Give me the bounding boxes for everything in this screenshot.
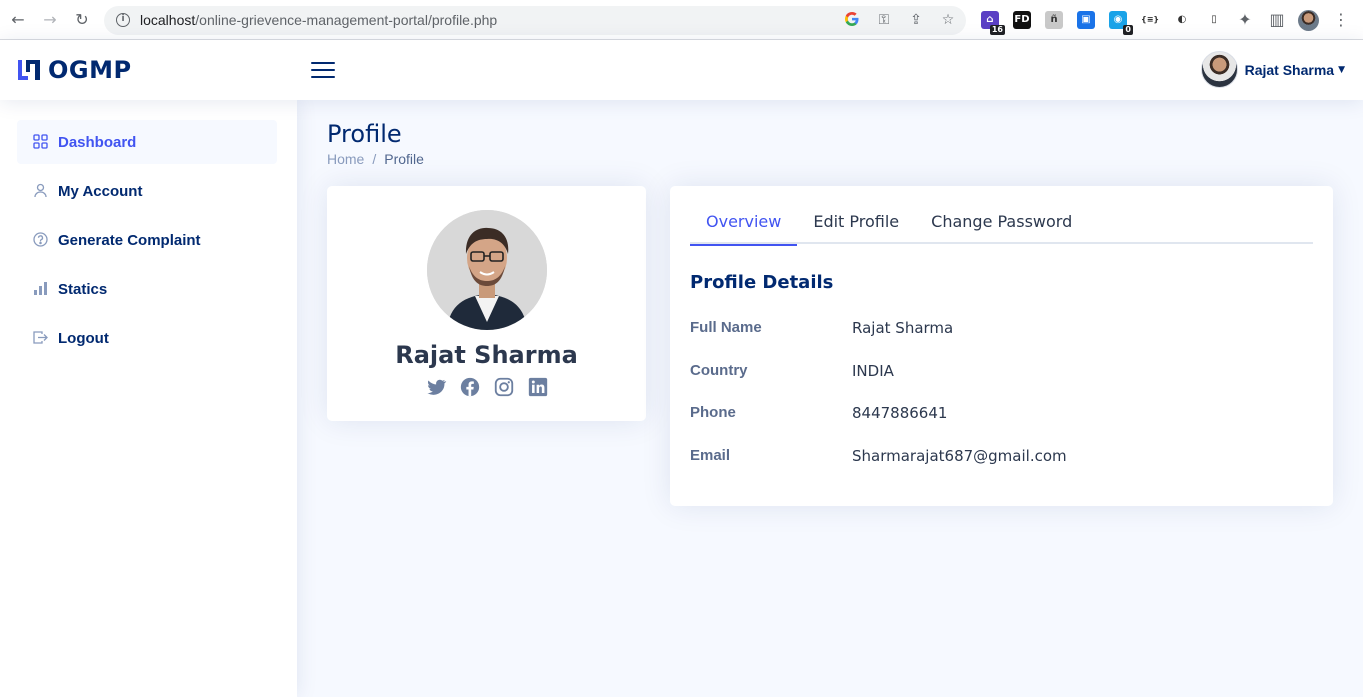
detail-value: INDIA xyxy=(852,362,894,380)
profile-photo xyxy=(427,210,547,330)
file-ext-icon[interactable]: ▯ xyxy=(1205,11,1223,29)
sidebar-item-generate-complaint[interactable]: Generate Complaint xyxy=(17,218,277,262)
share-icon[interactable]: ⇪ xyxy=(907,11,925,29)
profile-name: Rajat Sharma xyxy=(395,341,578,369)
linkedin-icon[interactable] xyxy=(527,376,549,398)
logo-icon xyxy=(18,60,40,80)
profile-tabs: Overview Edit Profile Change Password xyxy=(690,206,1313,246)
extension-badge: 0 xyxy=(1123,25,1133,35)
url-host: localhost xyxy=(140,12,196,28)
twitter-icon[interactable] xyxy=(425,376,447,398)
puzzle-extensions-icon[interactable]: ✦ xyxy=(1235,10,1255,30)
sidebar-item-logout[interactable]: Logout xyxy=(17,316,277,360)
app-header: OGMP Rajat Sharma ▼ xyxy=(0,40,1363,100)
reload-icon[interactable]: ↻ xyxy=(72,10,92,30)
tab-edit-profile[interactable]: Edit Profile xyxy=(797,206,915,244)
detail-row-email: Email Sharmarajat687@gmail.com xyxy=(690,447,1067,465)
key-icon[interactable]: ⚿ xyxy=(875,11,893,29)
person-icon xyxy=(32,183,48,199)
detail-label: Full Name xyxy=(690,319,762,336)
browser-toolbar: ← → ↻ i localhost/online-grievence-manag… xyxy=(0,0,1363,40)
url-path: /online-grievence-management-portal/prof… xyxy=(195,12,498,28)
breadcrumb-separator: / xyxy=(372,151,377,167)
section-title: Profile Details xyxy=(690,272,834,293)
logo-text: OGMP xyxy=(48,56,132,84)
tab-change-password[interactable]: Change Password xyxy=(915,206,1088,244)
social-links xyxy=(327,376,646,398)
user-name: Rajat Sharma xyxy=(1244,61,1335,78)
fd-ext-icon[interactable]: FD xyxy=(1013,11,1031,29)
graduation-ext-icon[interactable]: ⌂ 16 xyxy=(981,11,1005,35)
caret-down-icon: ▼ xyxy=(1338,64,1345,75)
detail-row-full-name: Full Name Rajat Sharma xyxy=(690,319,953,337)
sidebar-item-label: Logout xyxy=(58,329,109,347)
page-title: Profile xyxy=(327,120,402,148)
detail-value: 8447886641 xyxy=(852,404,948,422)
detail-value: Sharmarajat687@gmail.com xyxy=(852,447,1067,465)
sidebar-item-statics[interactable]: Statics xyxy=(17,267,277,311)
address-bar[interactable]: i localhost/online-grievence-management-… xyxy=(104,6,966,35)
side-panel-icon[interactable]: ▥ xyxy=(1267,10,1287,30)
counter-ext-icon[interactable]: ◉ 0 xyxy=(1109,11,1133,35)
sidebar-item-my-account[interactable]: My Account xyxy=(17,169,277,213)
sidebar: Dashboard My Account Generate Complaint … xyxy=(0,100,297,697)
breadcrumb-home[interactable]: Home xyxy=(327,151,364,167)
detail-label: Country xyxy=(690,362,748,379)
browser-profile-avatar[interactable] xyxy=(1298,10,1319,31)
question-circle-icon xyxy=(32,232,48,248)
user-dropdown[interactable]: Rajat Sharma ▼ xyxy=(1200,51,1345,88)
tab-overview[interactable]: Overview xyxy=(690,206,798,246)
detail-row-phone: Phone 8447886641 xyxy=(690,404,947,422)
sidebar-item-label: My Account xyxy=(58,182,143,200)
site-info-icon[interactable]: i xyxy=(116,13,130,27)
breadcrumb: Home / Profile xyxy=(327,151,424,167)
detail-label: Phone xyxy=(690,404,736,421)
json-ext-icon[interactable]: {≡} xyxy=(1141,11,1159,29)
browser-menu-icon[interactable]: ⋮ xyxy=(1331,10,1351,30)
ghost-ext-icon[interactable]: ◐ xyxy=(1173,11,1191,29)
sidebar-item-label: Generate Complaint xyxy=(58,231,201,249)
profile-details-card: Overview Edit Profile Change Password Pr… xyxy=(670,186,1333,506)
instagram-icon[interactable] xyxy=(493,376,515,398)
extension-badge: 16 xyxy=(989,25,1005,35)
sidebar-item-label: Statics xyxy=(58,280,108,298)
detail-label: Email xyxy=(690,447,731,464)
back-arrow-icon[interactable]: ← xyxy=(8,10,28,30)
url-text[interactable]: localhost/online-grievence-management-po… xyxy=(140,12,497,28)
facebook-icon[interactable] xyxy=(459,376,481,398)
profile-card: Rajat Sharma xyxy=(327,186,646,421)
logo[interactable]: OGMP xyxy=(16,56,132,84)
google-icon[interactable] xyxy=(843,11,861,29)
avatar xyxy=(1200,51,1238,88)
grid-icon xyxy=(32,134,48,150)
detail-row-country: Country INDIA xyxy=(690,362,894,380)
box-arrow-right-icon xyxy=(32,330,48,346)
breadcrumb-current: Profile xyxy=(384,151,424,167)
sidebar-item-dashboard[interactable]: Dashboard xyxy=(17,120,277,164)
sidebar-item-label: Dashboard xyxy=(58,133,137,151)
detail-value: Rajat Sharma xyxy=(852,319,954,337)
bookmark-star-icon[interactable]: ☆ xyxy=(939,11,957,29)
toggle-sidebar-icon[interactable] xyxy=(311,58,335,80)
bar-chart-icon xyxy=(32,281,48,297)
video-ext-icon[interactable]: ▣ xyxy=(1077,11,1095,29)
forward-arrow-icon[interactable]: → xyxy=(40,10,60,30)
gray-ext-icon[interactable]: ñ xyxy=(1045,11,1063,29)
